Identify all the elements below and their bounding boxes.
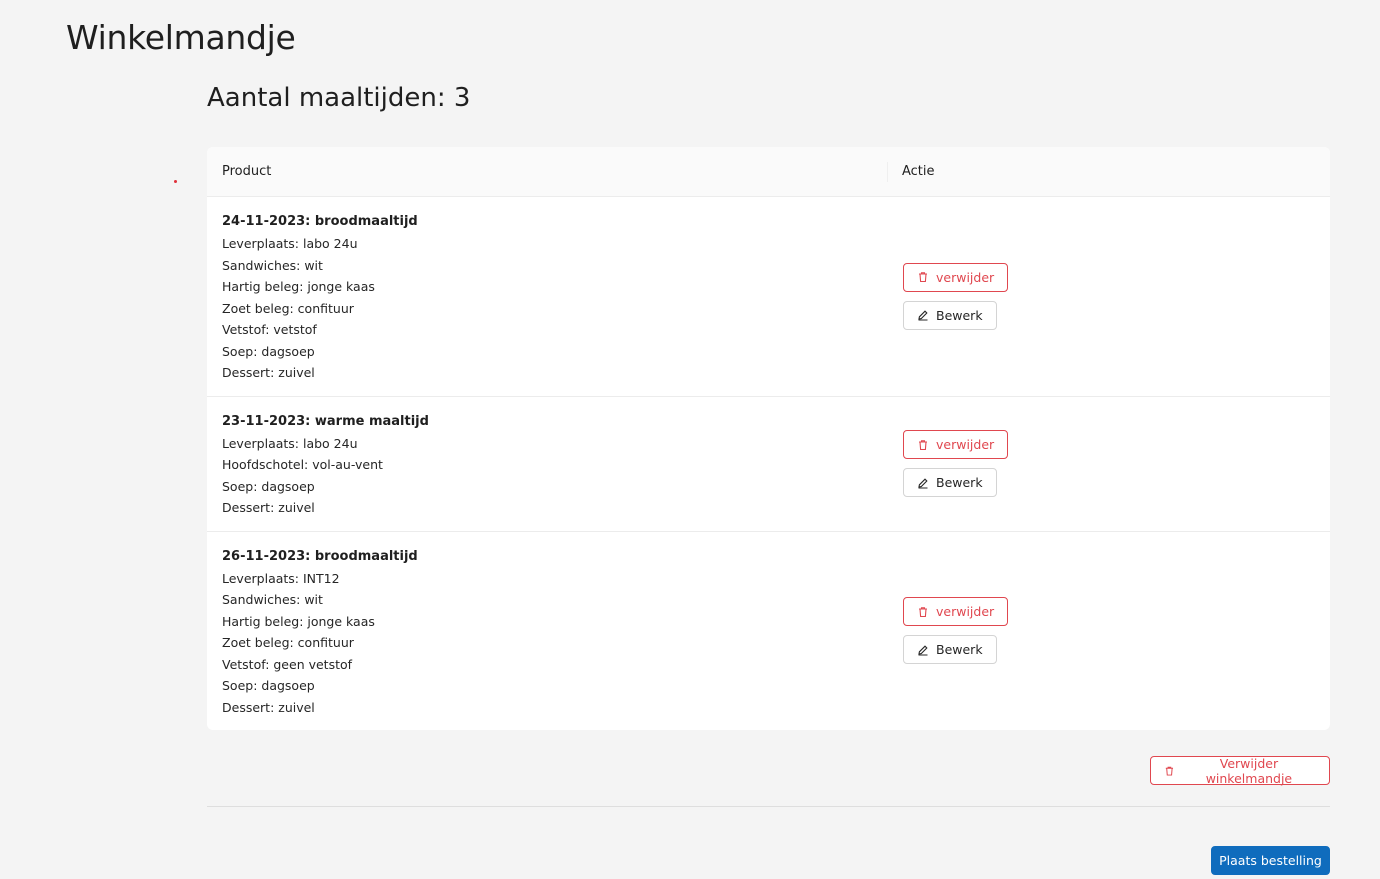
delete-item-button[interactable]: verwijder — [903, 430, 1009, 459]
edit-label: Bewerk — [936, 642, 983, 658]
page-title: Winkelmandje — [66, 18, 296, 57]
item-title: 23-11-2023: warme maaltijd — [222, 413, 429, 429]
product-cell: 26-11-2023: broodmaaltijd Leverplaats: I… — [207, 532, 888, 731]
actie-cell: verwijder Bewerk — [888, 397, 1330, 531]
meal-count: Aantal maaltijden: 3 — [207, 83, 471, 113]
item-detail: Hoofdschotel: vol-au-vent — [222, 457, 383, 472]
pencil-icon — [918, 310, 928, 321]
table-body: 24-11-2023: broodmaaltijd Leverplaats: l… — [207, 197, 1330, 730]
stray-dot — [174, 180, 177, 183]
delete-label: verwijder — [936, 437, 995, 452]
item-detail: Leverplaats: INT12 — [222, 570, 340, 586]
item-detail: Soep: dagsoep — [222, 478, 315, 494]
table-row: 26-11-2023: broodmaaltijd Leverplaats: I… — [207, 532, 1330, 731]
item-title: 24-11-2023: broodmaaltijd — [222, 214, 418, 229]
trash-icon — [1165, 766, 1174, 776]
edit-item-button[interactable]: Bewerk — [903, 300, 997, 330]
product-cell: 23-11-2023: warme maaltijd Leverplaats: … — [207, 397, 888, 531]
trash-icon — [919, 607, 927, 617]
item-detail: Vetstof: geen vetstof — [222, 656, 353, 672]
edit-item-button[interactable]: Bewerk — [903, 468, 997, 497]
divider — [207, 806, 1330, 807]
item-detail: Zoet beleg: confituur — [222, 300, 354, 316]
pencil-icon — [918, 477, 928, 489]
table-row: 23-11-2023: warme maaltijd Leverplaats: … — [207, 397, 1330, 532]
clear-cart-label: Verwijder winkelmandje — [1205, 755, 1293, 786]
product-cell: 24-11-2023: broodmaaltijd Leverplaats: l… — [207, 197, 888, 396]
delete-label: verwijder — [936, 604, 995, 620]
item-detail: Sandwiches: wit — [222, 592, 323, 607]
actie-cell: verwijder Bewerk — [888, 532, 1330, 731]
item-detail: Vetstof: vetstof — [222, 322, 317, 337]
delete-label: verwijder — [936, 269, 995, 285]
item-detail: Soep: dagsoep — [222, 343, 315, 359]
item-detail: Dessert: zuivel — [222, 699, 315, 715]
edit-label: Bewerk — [936, 307, 983, 323]
table-header: Product Actie — [207, 147, 1330, 197]
item-title: 26-11-2023: broodmaaltijd — [222, 548, 418, 564]
clear-cart-button[interactable]: Verwijder winkelmandje — [1150, 755, 1330, 786]
item-detail: Zoet beleg: confituur — [222, 635, 354, 650]
place-order-button[interactable]: Plaats bestelling — [1211, 846, 1330, 875]
item-detail: Dessert: zuivel — [222, 500, 315, 515]
actie-cell: verwijder Bewerk — [888, 197, 1330, 396]
delete-item-button[interactable]: verwijder — [903, 597, 1009, 627]
edit-label: Bewerk — [936, 475, 983, 490]
table-row: 24-11-2023: broodmaaltijd Leverplaats: l… — [207, 197, 1330, 397]
trash-icon — [919, 439, 927, 450]
cart-table: Product Actie 24-11-2023: broodmaaltijd … — [207, 147, 1330, 730]
edit-item-button[interactable]: Bewerk — [903, 635, 997, 665]
item-detail: Sandwiches: wit — [222, 257, 323, 273]
column-header-actie: Actie — [902, 164, 935, 179]
column-header-product: Product — [207, 161, 888, 182]
trash-icon — [919, 272, 927, 283]
item-detail: Leverplaats: labo 24u — [222, 236, 358, 251]
pencil-icon — [918, 645, 928, 656]
item-detail: Leverplaats: labo 24u — [222, 435, 358, 451]
item-detail: Hartig beleg: jonge kaas — [222, 279, 375, 294]
delete-item-button[interactable]: verwijder — [903, 262, 1009, 292]
item-detail: Hartig beleg: jonge kaas — [222, 613, 375, 629]
item-detail: Dessert: zuivel — [222, 365, 315, 380]
item-detail: Soep: dagsoep — [222, 678, 315, 693]
